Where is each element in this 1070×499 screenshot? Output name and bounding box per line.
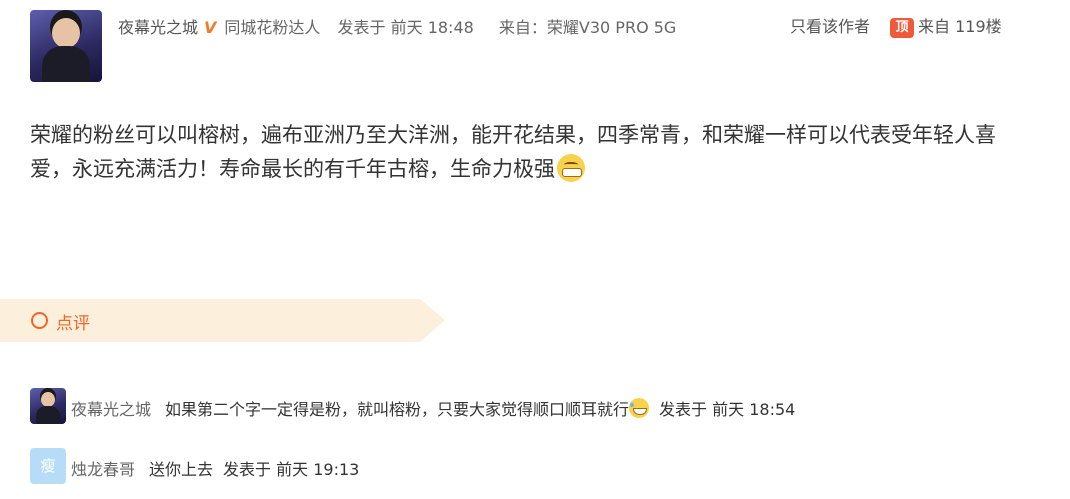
post-text: 荣耀的粉丝可以叫榕树，遍布亚洲乃至大洋洲，能开花结果，四季常青，和荣耀一样可以代… bbox=[30, 123, 996, 181]
review-label: 点评 bbox=[56, 314, 90, 334]
comment-text: 如果第二个字一定得是粉，就叫榕粉，只要大家觉得顺口顺耳就行 bbox=[165, 400, 630, 419]
commenter-name[interactable]: 夜幕光之城 bbox=[71, 400, 151, 419]
commenter-avatar[interactable]: 瘦 bbox=[30, 448, 66, 484]
post-tools: 只看该作者 顶来自 119楼 bbox=[790, 13, 1002, 38]
author-avatar[interactable] bbox=[30, 10, 102, 82]
grinning-emoji-icon bbox=[557, 154, 585, 182]
floor-number: 来自 119楼 bbox=[918, 17, 1002, 36]
laugh-tears-emoji-icon bbox=[629, 398, 650, 418]
post-meta: 夜幕光之城 V 同城花粉达人 发表于 前天 18:48 来自：荣耀V30 PRO 5… bbox=[118, 14, 676, 38]
commenter-avatar[interactable] bbox=[30, 388, 66, 424]
only-author-link[interactable]: 只看该作者 bbox=[790, 17, 870, 36]
top-icon[interactable]: 顶 bbox=[890, 18, 915, 38]
comment-time: 发表于 前天 18:54 bbox=[659, 400, 796, 419]
post-header: 夜幕光之城 V 同城花粉达人 发表于 前天 18:48 来自：荣耀V30 PRO 5… bbox=[30, 10, 1070, 85]
comment-time: 发表于 前天 19:13 bbox=[223, 460, 360, 479]
circle-icon bbox=[31, 312, 48, 329]
commenter-name[interactable]: 烛龙春哥 bbox=[71, 460, 135, 479]
publish-time: 发表于 前天 18:48 bbox=[337, 18, 474, 37]
author-name[interactable]: 夜幕光之城 bbox=[118, 18, 198, 37]
device-info: 来自：荣耀V30 PRO 5G bbox=[498, 18, 677, 37]
verified-icon: V bbox=[204, 18, 217, 37]
comment-text: 送你上去 bbox=[149, 460, 214, 479]
post-content: 荣耀的粉丝可以叫榕树，遍布亚洲乃至大洋洲，能开花结果，四季常青，和荣耀一样可以代… bbox=[30, 118, 1030, 186]
review-header: 点评 bbox=[0, 299, 445, 342]
user-title[interactable]: 同城花粉达人 bbox=[224, 18, 320, 37]
